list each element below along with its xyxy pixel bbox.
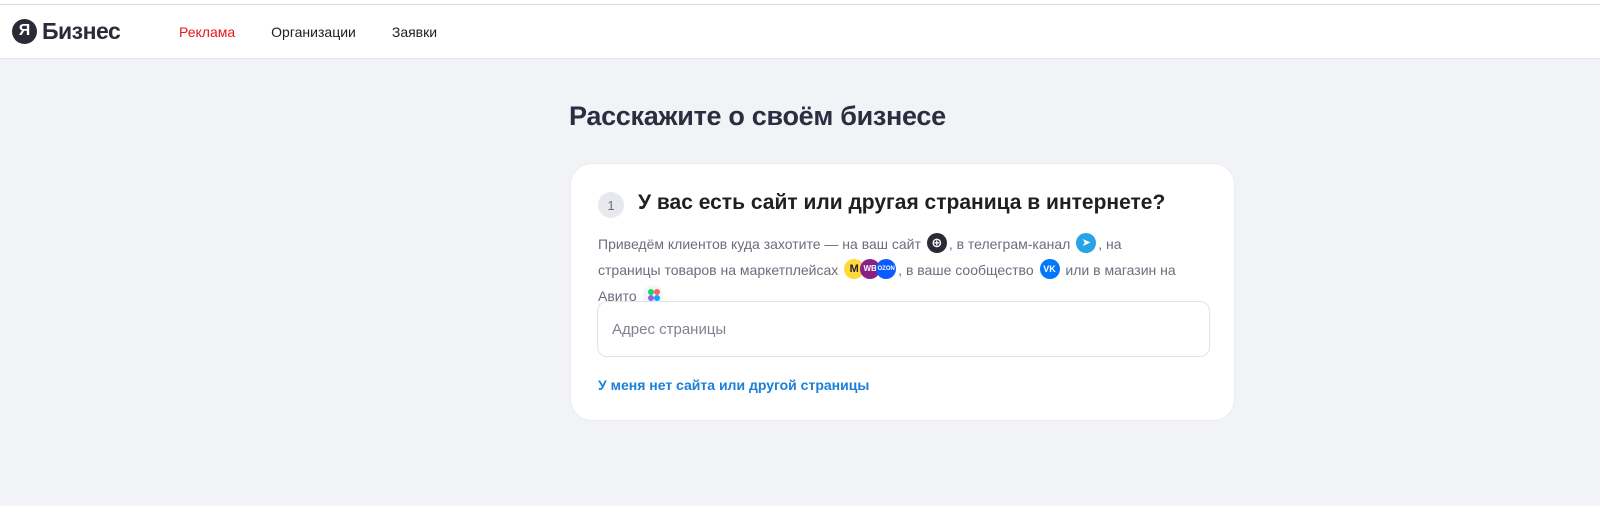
ozon-icon: OZON [876,259,897,280]
logo-text: Бизнес [42,17,121,44]
telegram-icon: ➤ [1076,233,1097,254]
desc-text-2: , в телеграм-канал [948,236,1071,252]
desc-text-1: Приведём клиентов куда захотите — на ваш… [598,236,921,252]
top-header: Я Бизнес Реклама Организации Заявки [0,5,1600,59]
nav-item-organizations[interactable]: Организации [271,22,356,42]
desc-text-4: , в ваше сообщество [898,262,1034,278]
globe-icon: ⊕ [926,233,947,254]
yandex-logo-icon: Я [12,18,37,44]
main-nav: Реклама Организации Заявки [179,22,473,42]
nav-item-requests[interactable]: Заявки [392,22,437,42]
page-title: Расскажите о своём бизнесе [569,101,946,131]
page-address-input[interactable] [598,302,1209,356]
no-site-link[interactable]: У меня нет сайта или другой страницы [598,377,869,393]
step-description: Приведём клиентов куда захотите — на ваш… [598,231,1188,309]
yandex-business-logo[interactable]: Я Бизнес [12,17,121,45]
step-number-badge: 1 [598,192,624,218]
nav-item-ads[interactable]: Реклама [179,22,235,42]
step-question: У вас есть сайт или другая страница в ин… [638,191,1166,214]
page-address-field-wrapper [597,301,1210,357]
vk-icon: VK [1039,259,1060,280]
business-step-card: 1 У вас есть сайт или другая страница в … [570,163,1235,421]
